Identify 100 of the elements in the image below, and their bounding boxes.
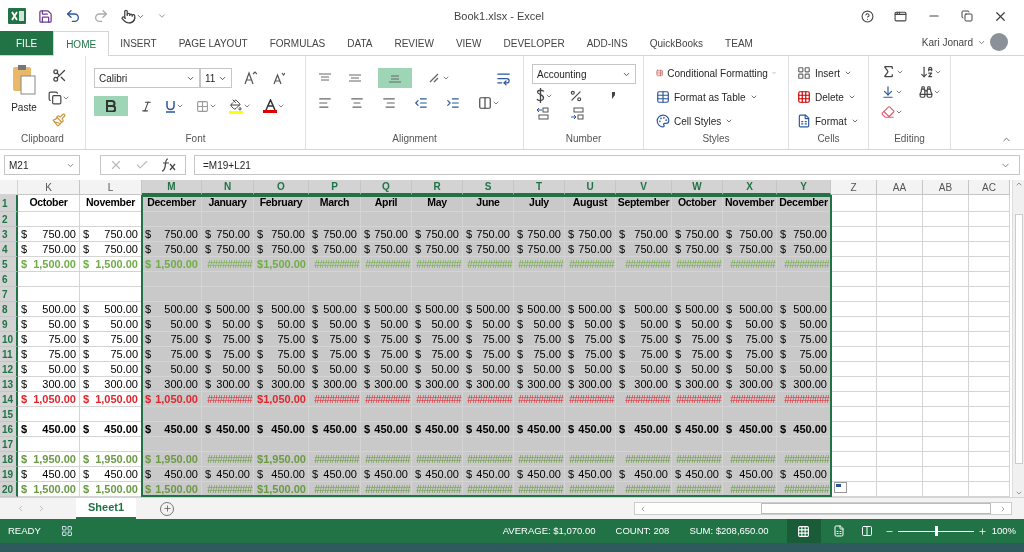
cells-button[interactable]: Format (797, 112, 860, 130)
row-header[interactable]: 2 (0, 212, 18, 227)
row-header[interactable]: 4 (0, 242, 18, 257)
ribbon-tab[interactable]: INSERT (109, 31, 168, 55)
insert-function-icon[interactable] (161, 158, 177, 172)
align-center-icon[interactable] (350, 96, 364, 110)
row-header[interactable]: 20 (0, 482, 18, 497)
row-header[interactable]: 8 (0, 302, 18, 317)
increase-decimal-icon[interactable] (536, 107, 550, 120)
font-color-icon[interactable] (263, 99, 285, 113)
row-header[interactable]: 16 (0, 422, 18, 437)
zoom-in-icon[interactable] (977, 526, 987, 536)
column-header[interactable]: Y (777, 180, 831, 195)
column-header[interactable]: AA (877, 180, 923, 195)
row-header[interactable]: 12 (0, 362, 18, 377)
column-header[interactable]: Z (831, 180, 877, 195)
ribbon-tab[interactable]: DATA (336, 31, 384, 55)
currency-format-icon[interactable] (536, 88, 553, 103)
row-header[interactable]: 19 (0, 467, 18, 482)
row-header[interactable]: 13 (0, 377, 18, 392)
column-header[interactable]: U (565, 180, 616, 195)
ribbon-tab[interactable]: HOME (53, 31, 110, 56)
fill-color-icon[interactable] (229, 98, 251, 114)
row-header[interactable]: 1 (0, 195, 18, 212)
styles-button[interactable]: Format as Table (656, 88, 776, 106)
orientation-icon[interactable] (428, 72, 450, 84)
styles-button[interactable]: Conditional Formatting (656, 64, 776, 82)
ribbon-tab[interactable]: ADD-INS (575, 31, 639, 55)
column-header[interactable]: R (412, 180, 463, 195)
merge-center-icon[interactable] (478, 96, 500, 110)
page-break-view-icon[interactable] (860, 525, 873, 537)
column-header[interactable]: S (463, 180, 514, 195)
autosum-icon[interactable] (881, 64, 904, 79)
cells-button[interactable]: Insert (797, 64, 860, 82)
column-header[interactable]: N (202, 180, 254, 195)
quick-analysis-icon[interactable] (834, 482, 847, 493)
zoom-level[interactable]: 100% (991, 523, 1016, 539)
restore-icon[interactable] (961, 10, 973, 22)
row-header[interactable]: 11 (0, 347, 18, 362)
sheet-tab[interactable]: Sheet1 (76, 498, 137, 519)
row-header[interactable]: 14 (0, 392, 18, 407)
row-header[interactable]: 5 (0, 257, 18, 272)
bold-button[interactable] (94, 96, 128, 116)
copy-icon[interactable] (48, 91, 70, 105)
decrease-decimal-icon[interactable] (570, 107, 584, 120)
row-header[interactable]: 18 (0, 452, 18, 467)
paste-button[interactable]: Paste (8, 64, 40, 131)
touch-mode-icon[interactable] (121, 8, 145, 24)
borders-icon[interactable] (196, 99, 217, 113)
ribbon-tab[interactable]: VIEW (444, 31, 493, 55)
ribbon-tab[interactable]: FORMULAS (258, 31, 337, 55)
formula-field[interactable]: =M19+L21 (194, 155, 1020, 175)
column-header[interactable]: X (723, 180, 777, 195)
wrap-text-icon[interactable] (496, 70, 511, 86)
styles-button[interactable]: Cell Styles (656, 112, 776, 130)
ribbon-tab[interactable]: FILE (0, 31, 54, 55)
save-icon[interactable] (38, 8, 53, 24)
cells-button[interactable]: Delete (797, 88, 860, 106)
name-box[interactable]: M21 (4, 155, 80, 175)
font-size-field[interactable]: 11 (200, 68, 232, 88)
increase-indent-icon[interactable] (446, 96, 460, 110)
fill-icon[interactable] (881, 85, 903, 99)
row-header[interactable]: 9 (0, 317, 18, 332)
clear-icon[interactable] (881, 105, 903, 119)
zoom-thumb[interactable] (934, 526, 938, 536)
ribbon-tab[interactable]: DEVELOPER (492, 31, 576, 55)
sort-filter-icon[interactable] (920, 64, 942, 79)
row-header[interactable]: 10 (0, 332, 18, 347)
underline-icon[interactable] (165, 99, 184, 113)
normal-view-button[interactable] (786, 519, 821, 543)
row-header[interactable]: 7 (0, 287, 18, 302)
help-icon[interactable] (861, 9, 874, 23)
column-header[interactable]: M (142, 180, 202, 195)
column-header[interactable]: V (616, 180, 672, 195)
percent-icon[interactable] (569, 88, 583, 103)
column-header[interactable]: T (514, 180, 565, 195)
number-format-field[interactable]: Accounting (532, 64, 636, 84)
comma-style-icon[interactable] (611, 92, 615, 99)
column-header[interactable]: AB (923, 180, 969, 195)
decrease-indent-icon[interactable] (414, 96, 428, 110)
user-avatar[interactable] (990, 33, 1008, 51)
column-header[interactable]: L (80, 180, 142, 195)
row-header[interactable]: 17 (0, 437, 18, 452)
page-layout-view-icon[interactable] (832, 525, 845, 537)
vertical-scrollbar[interactable] (1012, 180, 1024, 497)
row-header[interactable]: 6 (0, 272, 18, 287)
column-header[interactable]: Q (361, 180, 412, 195)
font-name-field[interactable]: Calibri (94, 68, 200, 88)
find-icon[interactable] (919, 85, 941, 99)
column-header[interactable]: AC (969, 180, 1010, 195)
ribbon-tab[interactable]: REVIEW (383, 31, 445, 55)
horizontal-scrollbar[interactable] (634, 502, 1013, 515)
align-right-icon[interactable] (382, 96, 396, 110)
ribbon-tab[interactable]: PAGE LAYOUT (167, 31, 259, 55)
column-header[interactable]: W (672, 180, 723, 195)
column-header[interactable]: K (18, 180, 80, 195)
undo-icon[interactable] (65, 8, 81, 24)
align-left-icon[interactable] (318, 96, 332, 110)
user-name[interactable]: Kari Jonard (921, 34, 973, 50)
ribbon-display-icon[interactable] (894, 9, 907, 23)
